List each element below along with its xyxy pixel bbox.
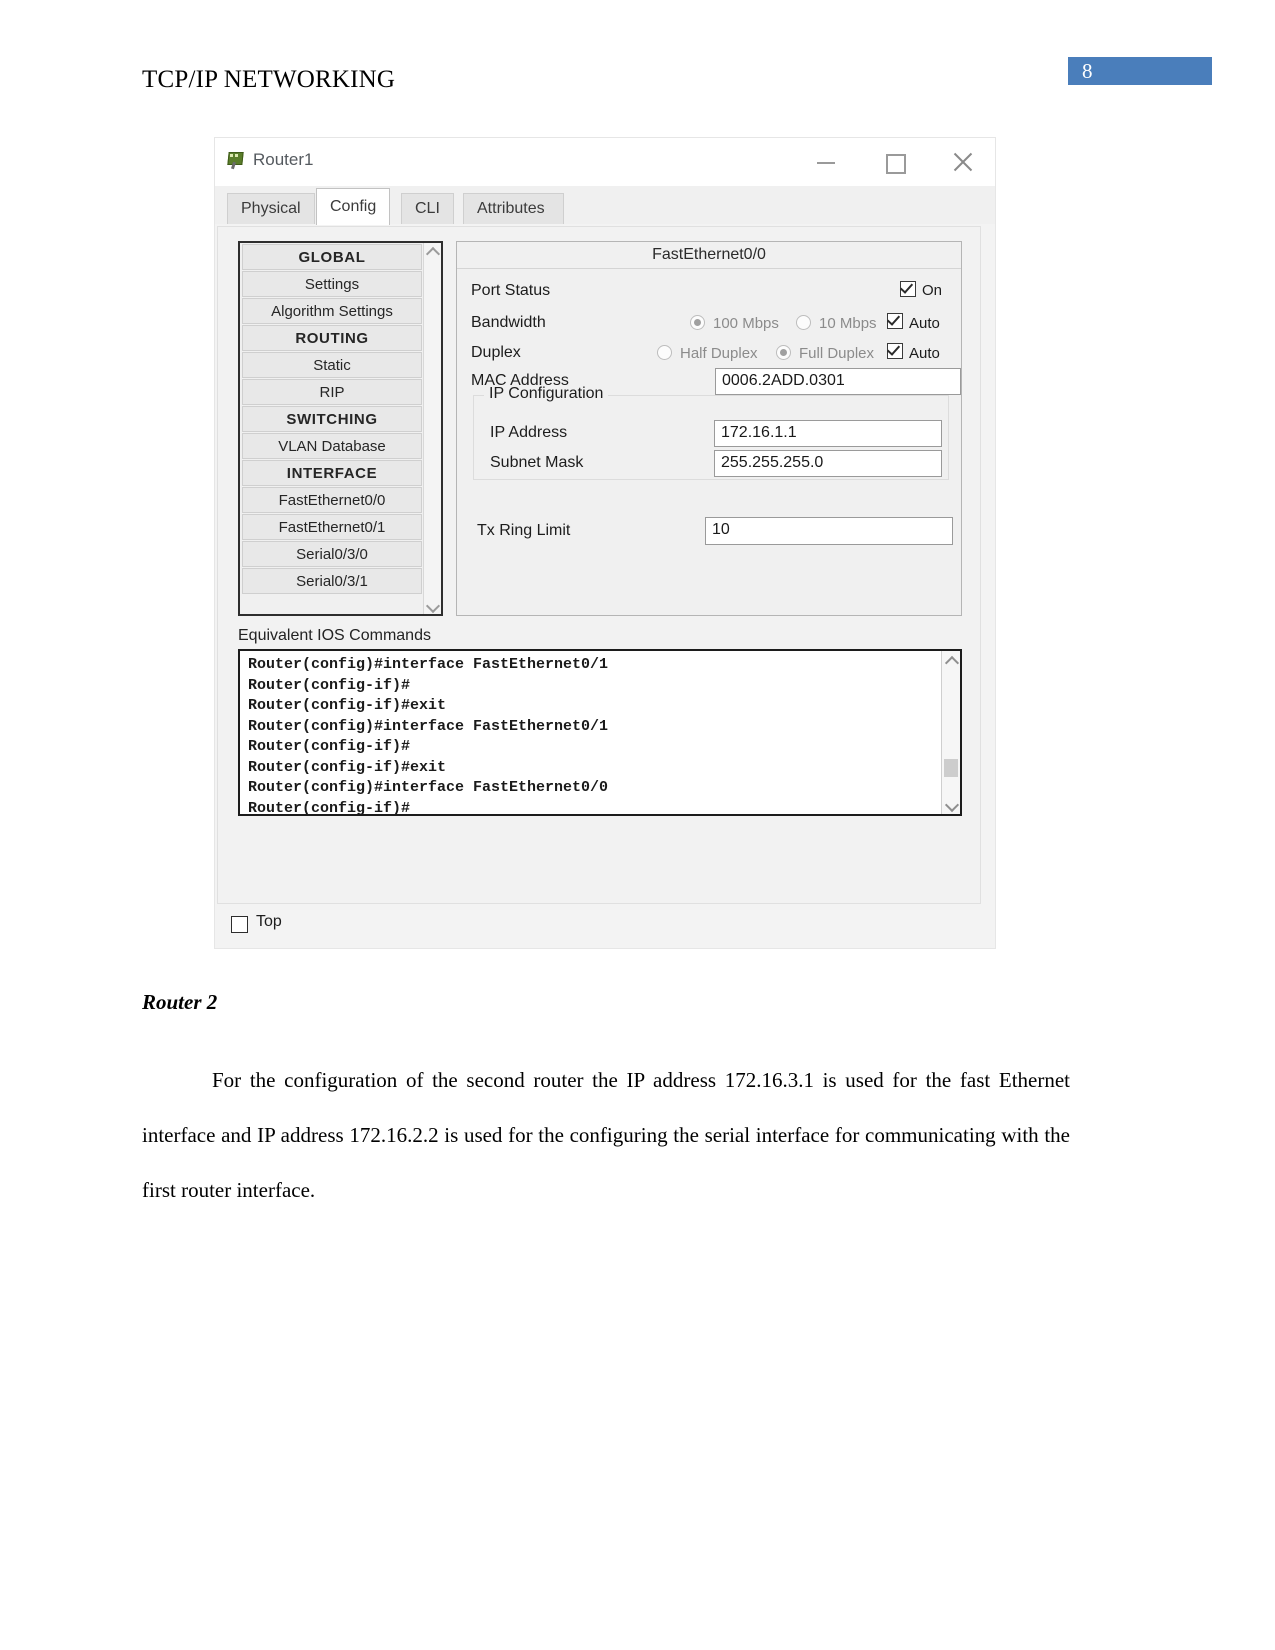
sidebar-item-fastethernet0-0[interactable]: FastEthernet0/0 xyxy=(242,487,422,513)
duplex-full-radio[interactable] xyxy=(776,345,791,360)
tab-attributes[interactable]: Attributes xyxy=(463,193,559,224)
maximize-icon[interactable] xyxy=(878,146,912,176)
ios-commands-lines: Router(config)#interface FastEthernet0/1… xyxy=(248,655,928,816)
sidebar-item-settings[interactable]: Settings xyxy=(242,271,422,297)
config-content-frame: GLOBAL Settings Algorithm Settings ROUTI… xyxy=(217,226,981,904)
duplex-half-label: Half Duplex xyxy=(680,345,758,362)
document-header: TCP/IP NETWORKING 8 xyxy=(0,57,1275,110)
body-paragraph: For the configuration of the second rout… xyxy=(142,1068,1070,1202)
page-number-badge: 8 xyxy=(1068,57,1212,85)
bandwidth-100mbps-label: 100 Mbps xyxy=(713,315,779,332)
interface-config-panel: FastEthernet0/0 Port Status On Bandwidth… xyxy=(456,241,962,616)
router-app-icon xyxy=(225,151,245,171)
ios-command-line: Router(config-if)# xyxy=(248,738,411,755)
ios-command-line: Router(config)#interface FastEthernet0/1 xyxy=(248,717,609,735)
window-title: Router1 xyxy=(253,150,314,169)
ip-configuration-group: IP Configuration IP Address 172.16.1.1 S… xyxy=(473,385,949,480)
mac-address-input[interactable]: 0006.2ADD.0301 xyxy=(715,368,961,395)
sidebar-item-vlan-database[interactable]: VLAN Database xyxy=(242,433,422,459)
sidebar-item-serial0-3-0[interactable]: Serial0/3/0 xyxy=(242,541,422,567)
router2-heading: Router 2 xyxy=(142,990,218,1014)
sidebar-item-static[interactable]: Static xyxy=(242,352,422,378)
window-footer: Top xyxy=(217,908,979,946)
sidebar-item-switching[interactable]: SWITCHING xyxy=(242,406,422,432)
duplex-half-radio[interactable] xyxy=(657,345,672,360)
sidebar-item-fastethernet0-1[interactable]: FastEthernet0/1 xyxy=(242,514,422,540)
bandwidth-auto-checkbox[interactable] xyxy=(887,313,903,329)
ios-command-line: Router(config-if)#exit xyxy=(248,697,447,714)
bandwidth-10mbps-radio[interactable] xyxy=(796,315,811,330)
tab-bar: Physical Config CLI Attributes xyxy=(215,186,995,225)
subnet-mask-label: Subnet Mask xyxy=(490,454,584,471)
config-nav-panel: GLOBAL Settings Algorithm Settings ROUTI… xyxy=(238,241,443,616)
ios-console-scrollbar[interactable] xyxy=(941,651,960,814)
ip-address-label: IP Address xyxy=(490,424,568,441)
config-nav-list: GLOBAL Settings Algorithm Settings ROUTI… xyxy=(240,243,424,614)
tx-ring-limit-input[interactable]: 10 xyxy=(705,517,953,545)
port-status-on-checkbox[interactable] xyxy=(900,281,916,297)
sidebar-item-routing[interactable]: ROUTING xyxy=(242,325,422,351)
duplex-auto-label: Auto xyxy=(909,345,940,362)
minimize-icon[interactable] xyxy=(810,146,844,176)
ip-configuration-legend: IP Configuration xyxy=(484,385,609,403)
sidebar-item-global[interactable]: GLOBAL xyxy=(242,244,422,270)
ip-address-input[interactable]: 172.16.1.1 xyxy=(714,420,942,447)
sidebar-item-serial0-3-1[interactable]: Serial0/3/1 xyxy=(242,568,422,594)
bandwidth-auto-label: Auto xyxy=(909,315,940,332)
ios-command-line: Router(config-if)#exit xyxy=(248,758,447,776)
nav-scrollbar[interactable] xyxy=(423,243,441,614)
tx-ring-limit-label: Tx Ring Limit xyxy=(477,522,571,539)
ios-commands-label: Equivalent IOS Commands xyxy=(238,627,431,644)
scroll-down-icon[interactable] xyxy=(424,597,441,614)
tab-bar-filler xyxy=(555,193,564,225)
port-status-label: Port Status xyxy=(471,282,551,299)
bandwidth-100mbps-radio[interactable] xyxy=(690,315,705,330)
tab-cli[interactable]: CLI xyxy=(401,193,454,224)
port-status-on-label: On xyxy=(922,282,943,299)
duplex-full-label: Full Duplex xyxy=(799,345,875,362)
top-checkbox[interactable] xyxy=(231,916,248,933)
ios-command-line: Router(config-if)# xyxy=(248,799,411,816)
scroll-up-icon[interactable] xyxy=(942,651,960,671)
top-checkbox-label: Top xyxy=(256,913,282,930)
bandwidth-label: Bandwidth xyxy=(471,314,546,331)
scrollbar-thumb[interactable] xyxy=(944,759,958,777)
ios-command-line: Router(config-if)# xyxy=(248,676,411,694)
scroll-down-icon[interactable] xyxy=(942,796,960,814)
bandwidth-10mbps-label: 10 Mbps xyxy=(819,315,877,332)
config-body: GLOBAL Settings Algorithm Settings ROUTI… xyxy=(215,224,995,948)
sidebar-item-interface[interactable]: INTERFACE xyxy=(242,460,422,486)
packet-tracer-window: Router1 Physical Config CLI Attributes G… xyxy=(215,138,995,948)
scroll-up-icon[interactable] xyxy=(424,243,441,262)
page-title: TCP/IP NETWORKING xyxy=(142,66,396,93)
tab-physical[interactable]: Physical xyxy=(227,193,315,224)
sidebar-item-algorithm-settings[interactable]: Algorithm Settings xyxy=(242,298,422,324)
tab-config[interactable]: Config xyxy=(316,188,391,225)
window-titlebar: Router1 xyxy=(215,138,995,186)
close-icon[interactable] xyxy=(946,146,980,176)
sidebar-item-rip[interactable]: RIP xyxy=(242,379,422,405)
ios-command-line: Router(config)#interface FastEthernet0/1 xyxy=(248,656,609,673)
duplex-label: Duplex xyxy=(471,344,521,361)
subnet-mask-input[interactable]: 255.255.255.0 xyxy=(714,450,942,477)
ios-command-line: Router(config)#interface FastEthernet0/0 xyxy=(248,779,609,796)
page-number-value: 8 xyxy=(1082,59,1093,83)
duplex-auto-checkbox[interactable] xyxy=(887,343,903,359)
ios-commands-console[interactable]: Router(config)#interface FastEthernet0/1… xyxy=(238,649,962,816)
interface-panel-title: FastEthernet0/0 xyxy=(457,242,961,269)
